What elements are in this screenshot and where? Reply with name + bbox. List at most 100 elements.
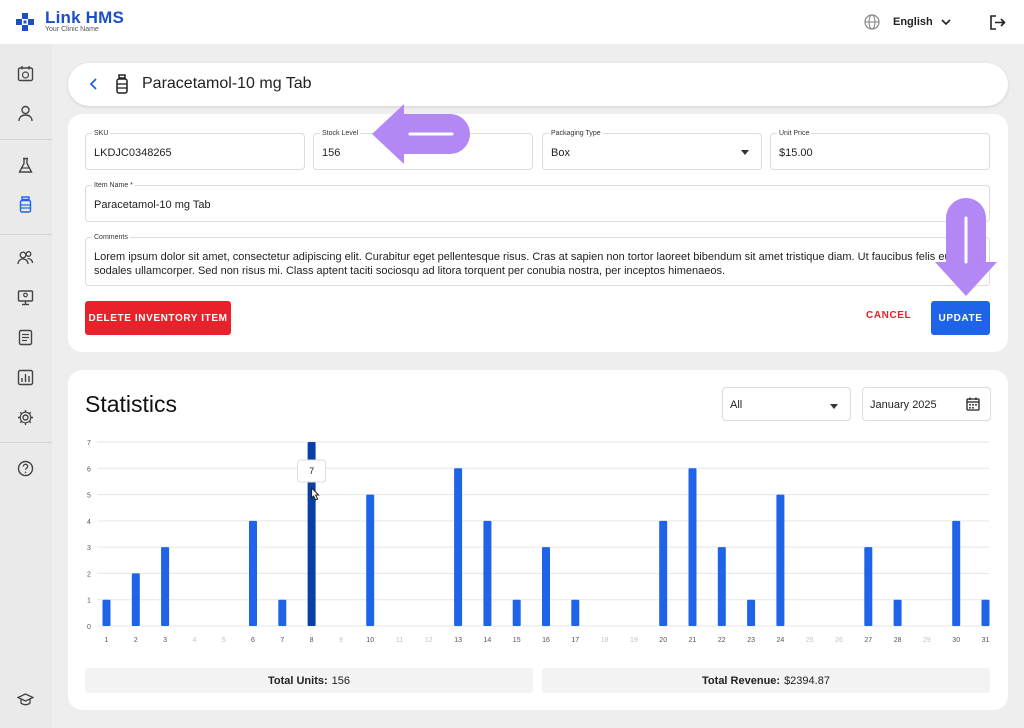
help-icon[interactable] [16, 459, 35, 478]
annotation-left-arrow-icon [372, 104, 470, 164]
y-tick-label: 1 [87, 598, 91, 605]
chart-bar [747, 599, 756, 626]
period-picker[interactable]: January 2025 [862, 387, 991, 421]
appointments-icon[interactable] [16, 64, 35, 83]
caret-down-icon [741, 150, 749, 155]
chart-bar [131, 573, 140, 626]
lab-icon[interactable] [16, 156, 35, 175]
x-tick-label: 22 [718, 637, 726, 644]
cancel-button[interactable]: CANCEL [866, 310, 911, 321]
packaging-type-select[interactable]: Packaging Type Box [542, 130, 762, 170]
x-tick-label: 10 [366, 637, 374, 644]
period-value: January 2025 [870, 399, 937, 411]
reports-icon[interactable] [16, 328, 35, 347]
x-tick-label: 7 [280, 637, 284, 644]
x-tick-label: 1 [105, 637, 109, 644]
x-tick-label: 16 [542, 637, 550, 644]
total-units-value: 156 [331, 674, 351, 687]
item-name-value: Paracetamol-10 mg Tab [94, 199, 211, 211]
caret-down-icon [830, 404, 838, 409]
page-title: Paracetamol-10 mg Tab [142, 75, 312, 92]
x-tick-label: 25 [806, 637, 814, 644]
inventory-icon[interactable] [16, 195, 35, 214]
x-tick-label: 21 [689, 637, 697, 644]
x-tick-label: 4 [192, 637, 196, 644]
app-tagline: Your Clinic Name [45, 26, 99, 33]
y-tick-label: 7 [87, 440, 91, 447]
chart-bar [454, 468, 463, 626]
x-tick-label: 6 [251, 637, 255, 644]
update-button[interactable]: UPDATE [931, 301, 990, 335]
back-arrow-icon[interactable] [87, 77, 101, 91]
x-tick-label: 14 [484, 637, 492, 644]
sidebar [0, 44, 52, 728]
x-tick-label: 13 [454, 637, 462, 644]
x-tick-label: 27 [864, 637, 872, 644]
calendar-icon[interactable] [966, 397, 980, 411]
x-tick-label: 12 [425, 637, 433, 644]
y-tick-label: 0 [87, 624, 91, 631]
x-tick-label: 28 [894, 637, 902, 644]
x-tick-label: 29 [923, 637, 931, 644]
stock-level-label: Stock Level [320, 130, 361, 137]
x-tick-label: 18 [601, 637, 609, 644]
chart-bar [161, 547, 170, 626]
chevron-down-icon[interactable] [940, 16, 952, 28]
unit-price-value: $15.00 [779, 147, 813, 159]
chart-bar [571, 599, 580, 626]
stock-level-value: 156 [322, 147, 341, 159]
filter-select[interactable]: All [722, 387, 851, 421]
chart-bar [366, 494, 375, 626]
x-tick-label: 20 [659, 637, 667, 644]
patient-icon[interactable] [16, 104, 35, 123]
sku-value: LKDJC0348265 [94, 147, 172, 159]
x-tick-label: 26 [835, 637, 843, 644]
logo-cross-icon [16, 13, 34, 31]
chart-bar [278, 599, 287, 626]
x-tick-label: 24 [777, 637, 785, 644]
y-tick-label: 5 [87, 493, 91, 500]
chart-bar [952, 520, 961, 626]
unit-price-label: Unit Price [777, 130, 812, 137]
y-tick-label: 3 [87, 545, 91, 552]
education-icon[interactable] [16, 690, 35, 709]
logout-icon[interactable] [989, 14, 1006, 31]
monitor-icon[interactable] [16, 288, 35, 307]
x-tick-label: 11 [396, 637, 403, 644]
language-selector[interactable]: English [893, 16, 933, 28]
chart-bar [776, 494, 785, 626]
total-revenue: Total Revenue: $2394.87 [542, 668, 990, 693]
unit-price-field[interactable]: Unit Price $15.00 [770, 130, 990, 170]
inventory-form: SKU LKDJC0348265 Stock Level 156 Packagi… [68, 114, 1008, 352]
top-bar: Link HMS Your Clinic Name English [0, 0, 1024, 44]
x-tick-label: 8 [310, 637, 314, 644]
chart-bar [542, 547, 550, 626]
analytics-icon[interactable] [16, 368, 35, 387]
filter-value: All [730, 399, 743, 411]
x-tick-label: 31 [982, 637, 990, 644]
chart-bar [512, 599, 521, 626]
packaging-type-label: Packaging Type [549, 130, 603, 137]
comments-value: Lorem ipsum dolor sit amet, consectetur … [94, 251, 951, 277]
statistics-panel: 0 1 2 3 4 5 6 7 1 2 3 4 5 6 7 8 9 10 11 12 13 14 15 16 17 18 19 20 2… [68, 370, 1008, 710]
chart-bar [981, 599, 990, 626]
annotation-down-arrow-icon [935, 198, 997, 296]
x-tick-label: 23 [747, 637, 755, 644]
globe-icon[interactable] [864, 14, 880, 30]
settings-icon[interactable] [16, 408, 35, 427]
total-revenue-value: $2394.87 [784, 674, 830, 687]
item-name-field[interactable]: Item Name * Paracetamol-10 mg Tab [85, 182, 990, 222]
chart-bar [688, 468, 697, 626]
y-tick-label: 6 [87, 466, 91, 473]
y-tick-label: 2 [87, 571, 91, 578]
total-revenue-label: Total Revenue: [702, 674, 781, 687]
x-tick-label: 9 [339, 637, 343, 644]
sidebar-divider [0, 234, 52, 235]
delete-inventory-item-button[interactable]: DELETE INVENTORY ITEM [85, 301, 231, 335]
statistics-title: Statistics [85, 391, 178, 417]
staff-icon[interactable] [16, 248, 35, 267]
chart-bar [249, 520, 257, 626]
medicine-bottle-icon [116, 74, 128, 94]
comments-field[interactable]: Comments Lorem ipsum dolor sit amet, con… [85, 234, 990, 286]
sku-field[interactable]: SKU LKDJC0348265 [85, 130, 305, 170]
